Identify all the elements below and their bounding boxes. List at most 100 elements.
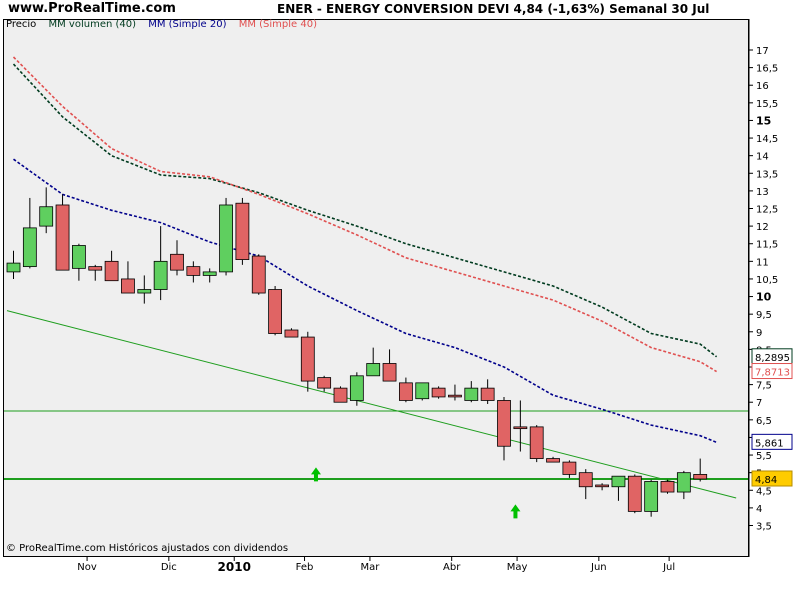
candle-body (398, 382, 413, 401)
candle[interactable] (317, 375, 332, 392)
y-tick-label: 15 (756, 114, 771, 127)
candle[interactable] (137, 275, 152, 304)
sma40-last-value: 7,8713 (755, 368, 790, 379)
candle[interactable] (219, 197, 233, 276)
candle[interactable] (578, 469, 593, 500)
candle-body (349, 375, 364, 401)
y-tick-label: 13,5 (756, 169, 778, 180)
candle[interactable] (431, 386, 446, 399)
candle[interactable] (284, 328, 299, 338)
candle[interactable] (88, 264, 103, 281)
candle-body (39, 206, 54, 227)
candle[interactable] (6, 250, 21, 279)
y-tick-label: 10 (756, 291, 772, 304)
candle[interactable] (660, 479, 675, 494)
y-tick-label: 13 (756, 187, 769, 198)
candle[interactable] (644, 479, 659, 517)
candle[interactable] (251, 254, 266, 295)
candle[interactable] (349, 372, 364, 406)
candle-body (22, 227, 37, 268)
candle[interactable] (104, 250, 119, 282)
candle-body (121, 278, 135, 294)
candle-body (251, 255, 266, 294)
candle[interactable] (55, 194, 70, 271)
x-tick-label: Dic (161, 562, 177, 573)
candle[interactable] (366, 347, 381, 377)
candle-body (366, 363, 381, 377)
candle-body (55, 204, 70, 271)
candle-body (644, 481, 659, 512)
y-tick-label: 7,5 (756, 381, 772, 392)
x-tick-label: 2010 (218, 560, 251, 574)
candle-body (415, 382, 430, 400)
candle[interactable] (333, 386, 348, 403)
up-arrow-icon[interactable] (510, 504, 521, 519)
candle-body (268, 289, 283, 334)
sma40-line[interactable] (12, 56, 718, 373)
candle[interactable] (464, 381, 479, 403)
candle[interactable] (22, 197, 37, 269)
y-tick-label: 9,5 (756, 310, 772, 321)
y-tick-label: 12 (756, 222, 769, 233)
candle-body (235, 202, 250, 260)
candle[interactable] (300, 331, 315, 392)
candle-body (219, 204, 233, 273)
candle[interactable] (415, 382, 430, 401)
candle[interactable] (546, 456, 560, 463)
candle-body (186, 266, 201, 276)
y-tick-label: 16,5 (756, 64, 778, 75)
volume-ma-line[interactable] (12, 63, 718, 358)
candle[interactable] (170, 240, 184, 276)
trendline[interactable] (6, 310, 737, 499)
candle[interactable] (562, 460, 577, 478)
y-tick-label: 11 (756, 257, 769, 268)
y-tick-label: 9 (756, 328, 762, 339)
x-tick-label: Nov (77, 562, 97, 573)
candle[interactable] (611, 475, 626, 501)
candle-body (480, 387, 495, 401)
y-tick-label: 7 (756, 398, 762, 409)
candle[interactable] (497, 396, 511, 461)
y-tick-label: 17 (756, 46, 769, 57)
candle[interactable] (39, 187, 54, 234)
x-tick-label: Jun (590, 562, 607, 573)
candle[interactable] (268, 285, 283, 336)
candle[interactable] (595, 483, 609, 491)
sma20-last-value: 5,861 (755, 438, 784, 449)
candle[interactable] (186, 261, 201, 283)
candle[interactable] (480, 379, 495, 404)
candle[interactable] (398, 377, 413, 403)
candle-body (448, 394, 462, 398)
legend: Precio MM volumen (40) MM (Simple 20) MM… (6, 19, 326, 30)
candle[interactable] (382, 349, 397, 382)
y-tick-label: 10,5 (756, 275, 778, 286)
y-tick-label: 15,5 (756, 99, 778, 110)
candle[interactable] (72, 243, 86, 281)
candle-body (104, 260, 119, 282)
candle-body (595, 484, 609, 488)
candle[interactable] (627, 474, 642, 514)
candle-body (431, 387, 446, 398)
legend-volume-ma: MM volumen (40) (48, 19, 137, 30)
candle-body (202, 271, 217, 276)
y-tick-label: 4,5 (756, 486, 772, 497)
candle[interactable] (235, 197, 250, 265)
sma20-line[interactable] (13, 158, 717, 444)
legend-sma40: MM (Simple 40) (238, 19, 317, 30)
y-tick-label: 16 (756, 81, 769, 92)
candle[interactable] (676, 470, 691, 500)
candle[interactable] (693, 458, 708, 482)
candle[interactable] (529, 425, 544, 463)
candle[interactable] (202, 268, 217, 283)
candle-body (546, 458, 560, 463)
candle-body (562, 461, 577, 475)
legend-price: Precio (6, 19, 37, 30)
price-chart[interactable]: 17 16,5 16 15,5 15 14,5 14 13,5 13 12,5 12 11,5 11 10… (0, 0, 800, 600)
candle[interactable] (448, 384, 462, 401)
candle-body (317, 377, 332, 389)
candle[interactable] (153, 226, 168, 301)
candle-body (6, 262, 21, 273)
candle-body (170, 253, 184, 271)
candle-body (693, 474, 708, 480)
candle[interactable] (121, 261, 135, 294)
